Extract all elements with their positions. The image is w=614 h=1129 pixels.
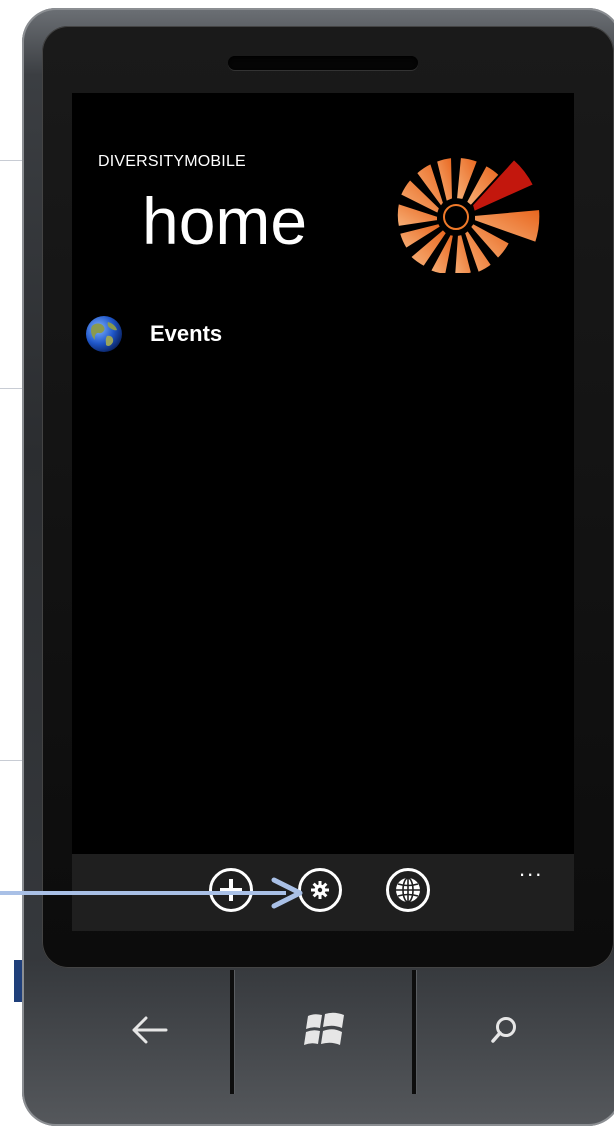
- hardware-divider: [412, 970, 416, 1094]
- back-key[interactable]: [80, 968, 220, 1092]
- hardware-divider: [230, 970, 234, 1094]
- globe-grid-icon: [396, 877, 420, 903]
- page-title: home: [142, 184, 308, 258]
- more-options-button[interactable]: ...: [519, 856, 543, 882]
- globe-icon: [86, 316, 122, 352]
- list-item-events[interactable]: Events: [84, 311, 384, 357]
- back-arrow-icon: [132, 1016, 168, 1044]
- earpiece-speaker: [228, 56, 418, 70]
- list-item-label: Events: [150, 321, 223, 346]
- background-block: [14, 960, 22, 1002]
- app-title: DIVERSITYMOBILE: [98, 153, 246, 170]
- search-key[interactable]: [430, 968, 580, 1092]
- globe-button[interactable]: [386, 868, 430, 912]
- diversity-logo: [396, 155, 542, 273]
- windows-logo-icon: [304, 1012, 344, 1045]
- annotation-arrow: [0, 877, 303, 909]
- phone-screen: DIVERSITYMOBILE home Events ...: [72, 93, 574, 931]
- start-key[interactable]: [250, 968, 400, 1092]
- search-icon: [491, 1017, 516, 1043]
